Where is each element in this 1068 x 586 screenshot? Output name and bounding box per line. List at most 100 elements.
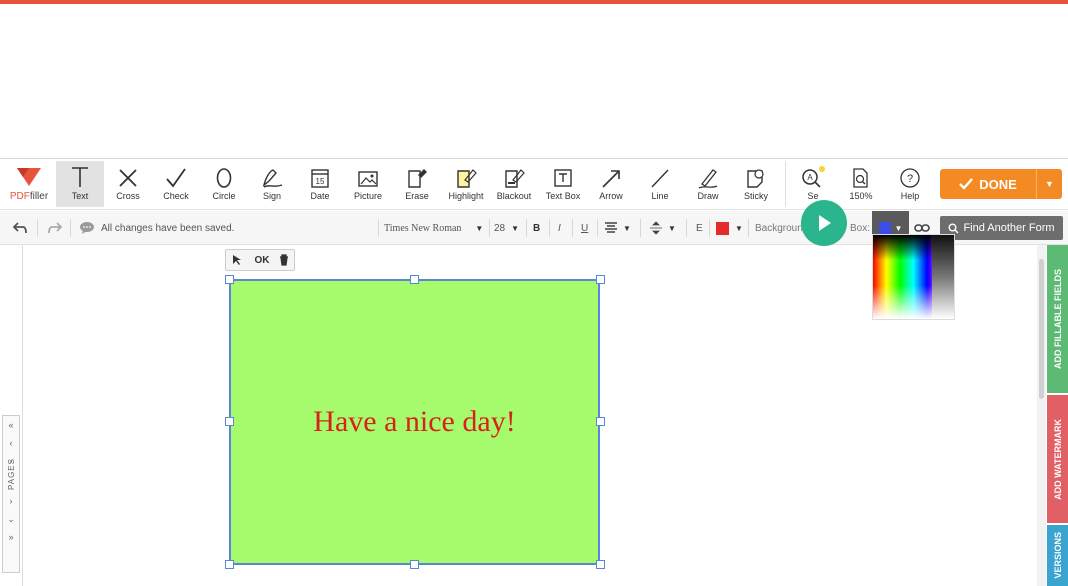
chevron-down-icon: ▼ [735,223,743,233]
tool-highlight[interactable]: Highlight [442,161,490,207]
vertical-scrollbar[interactable] [1037,245,1046,586]
italic-button[interactable]: I [558,211,561,245]
text-box-content[interactable]: Have a nice day! [313,405,515,439]
tool-label: Sticky [743,191,768,201]
textbox-mini-toolbar: OK [225,249,295,271]
tool-line[interactable]: Line [636,161,684,207]
last-page-button[interactable]: » [3,528,19,546]
next-page-button[interactable]: ⌄ [3,510,19,528]
bold-button[interactable]: B [533,211,540,245]
tool-label: Blackout [496,191,532,201]
scroll-thumb[interactable] [1039,259,1044,399]
align-select[interactable]: ▼ [604,211,631,245]
chevron-down-icon: ▼ [668,223,676,233]
resize-handle-s[interactable] [410,560,419,569]
svg-text:A: A [807,173,813,182]
search-icon [948,223,959,234]
tool-label: Erase [405,191,429,201]
undo-button[interactable] [12,211,28,245]
tool-cross[interactable]: Cross [104,161,152,207]
box-color-swatch [878,222,891,234]
redo-icon [48,222,63,234]
tool-zoom[interactable]: 150% [837,161,885,207]
date-icon: 15 [311,169,329,188]
tool-blackout[interactable]: Blackout [490,161,538,207]
top-accent-bar [0,0,1068,4]
draw-icon [698,169,718,189]
pages-nav: « ‹ › PAGES › ⌄ » [2,415,20,573]
tool-text[interactable]: Text [56,161,104,207]
tool-draw[interactable]: Draw [684,161,732,207]
pdffiller-logo[interactable]: PDFfiller [4,165,54,207]
add-watermark-tab[interactable]: ADD WATERMARK [1047,395,1068,523]
chevron-down-icon: ▼ [623,223,631,233]
font-size-select[interactable]: 28 ▼ [494,211,519,245]
trash-icon[interactable] [279,254,289,266]
play-video-button[interactable] [801,200,847,246]
shade-slider[interactable] [932,235,954,319]
done-dropdown-button[interactable]: ▼ [1036,169,1062,199]
prev-page-button[interactable]: ‹ [3,434,19,452]
letter-spacing-button[interactable]: E [696,211,703,245]
resize-handle-se[interactable] [596,560,605,569]
check-icon [166,168,186,188]
tool-label: Help [900,191,920,201]
divider [526,219,527,237]
divider [709,219,710,237]
link-icon [914,224,930,232]
resize-handle-nw[interactable] [225,275,234,284]
versions-tab[interactable]: VERSIONS [1047,525,1068,586]
resize-handle-w[interactable] [225,417,234,426]
tool-label: Text Box [545,191,581,201]
text-box-object[interactable]: Have a nice day! [229,279,600,565]
zoom-icon [853,168,868,188]
resize-handle-sw[interactable] [225,560,234,569]
resize-handle-ne[interactable] [596,275,605,284]
blackout-icon [505,169,525,188]
resize-handle-e[interactable] [596,417,605,426]
move-cursor-icon[interactable] [231,254,245,266]
chat-bubble-icon [80,222,94,234]
tool-label: 150% [849,191,873,201]
help-icon: ? [900,168,920,188]
done-main[interactable]: DONE [940,169,1036,199]
underline-button[interactable]: U [581,211,588,245]
tool-label: Text [71,191,89,201]
tool-label: Arrow [599,191,623,201]
tool-date[interactable]: 15 Date [296,161,344,207]
find-another-form-label: Find Another Form [963,222,1055,234]
textbox-icon [554,169,572,187]
font-family-select[interactable]: Times New Roman ▼ [384,211,483,245]
divider [686,219,687,237]
tool-picture[interactable]: Picture [344,161,392,207]
resize-handle-n[interactable] [410,275,419,284]
tool-erase[interactable]: Erase [393,161,441,207]
tool-help[interactable]: ? Help [886,161,934,207]
first-page-button[interactable]: « [3,416,19,434]
done-label: DONE [979,176,1017,192]
tool-check[interactable]: Check [152,161,200,207]
chevron-down-icon: ▼ [1045,179,1054,189]
line-spacing-select[interactable]: ▼ [649,211,676,245]
tool-label: Draw [697,191,719,201]
find-another-form-button[interactable]: Find Another Form [940,216,1063,240]
tool-sign[interactable]: Sign [248,161,296,207]
pages-rail: « ‹ › PAGES › ⌄ » [0,245,23,586]
tool-sticky[interactable]: Sticky [732,161,780,207]
collapse-pages-button[interactable]: › [3,492,19,510]
tool-textbox[interactable]: Text Box [539,161,587,207]
logo-icon [17,168,41,186]
tool-label: Cross [116,191,140,201]
line-icon [651,169,669,188]
color-picker-palette[interactable] [872,234,955,320]
tool-arrow[interactable]: Arrow [587,161,635,207]
add-fillable-fields-tab[interactable]: ADD FILLABLE FIELDS [1047,245,1068,393]
divider [378,219,379,237]
text-color-select[interactable]: ▼ [716,211,743,245]
ok-button[interactable]: OK [254,255,269,266]
done-button[interactable]: DONE ▼ [940,169,1062,199]
redo-button[interactable] [47,211,63,245]
tool-circle[interactable]: Circle [200,161,248,207]
line-spacing-icon [650,221,662,235]
divider [489,219,490,237]
